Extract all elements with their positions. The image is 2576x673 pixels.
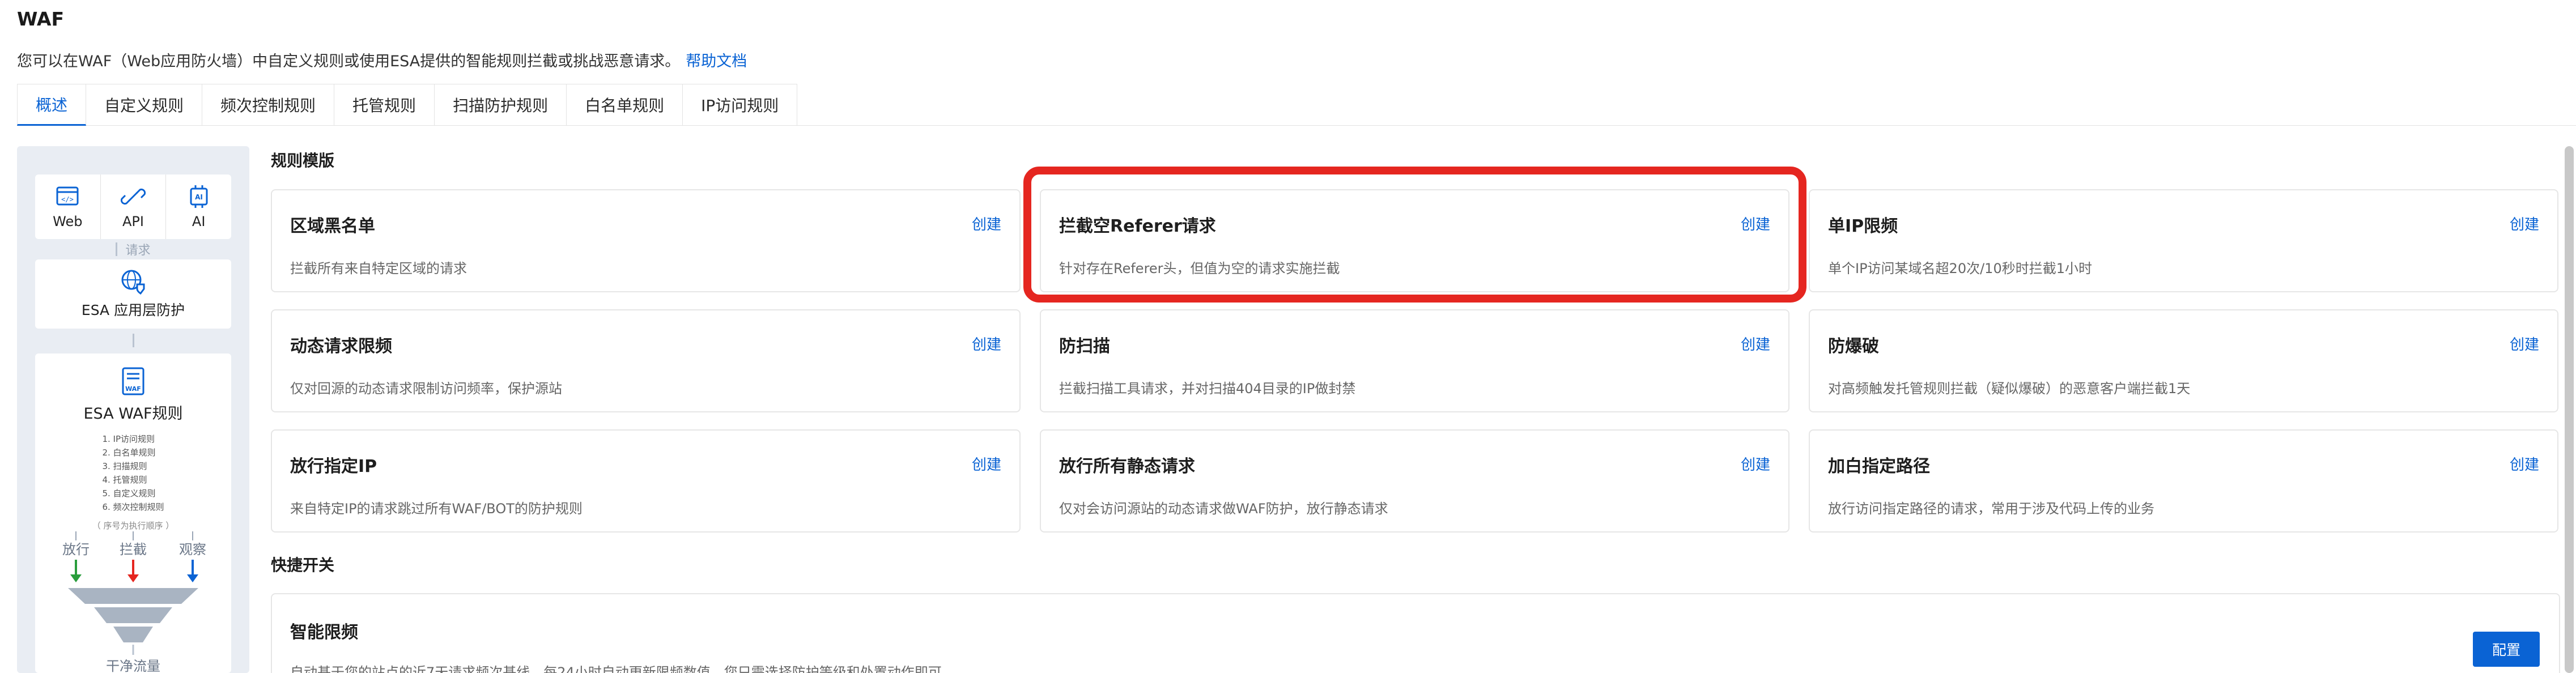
- funnel-bottom: [113, 627, 153, 642]
- funnel-top: [68, 588, 198, 604]
- create-link[interactable]: 创建: [1741, 453, 1770, 474]
- card-title: 加白指定路径: [1828, 457, 1930, 476]
- waf-rule-item: 3. 扫描规则: [102, 461, 147, 471]
- waf-rule-item: 5. 自定义规则: [102, 488, 156, 499]
- card-title: 区域黑名单: [290, 216, 375, 236]
- card-title: 放行所有静态请求: [1059, 457, 1195, 476]
- page-title: WAF: [17, 8, 64, 30]
- esa-protection-label: ESA 应用层防护: [81, 302, 185, 318]
- tab-custom-rules[interactable]: 自定义规则: [86, 84, 203, 126]
- ai-chip-icon: AI: [190, 185, 208, 208]
- card-title: 单IP限频: [1828, 216, 1898, 236]
- card-description: 仅对会访问源站的动态请求做WAF防护，放行静态请求: [1059, 501, 1388, 517]
- template-card-region-blacklist[interactable]: 区域黑名单 创建 拦截所有来自特定区域的请求: [271, 189, 1021, 292]
- scrollbar[interactable]: [2565, 146, 2574, 673]
- tab-scan-protection-rules[interactable]: 扫描防护规则: [435, 84, 567, 126]
- funnel-mid: [94, 607, 172, 623]
- waf-rule-item: 4. 托管规则: [102, 475, 147, 485]
- create-link[interactable]: 创建: [972, 333, 1001, 354]
- template-card-allow-static[interactable]: 放行所有静态请求 创建 仅对会访问源站的动态请求做WAF防护，放行静态请求: [1040, 429, 1789, 533]
- card-description: 拦截所有来自特定区域的请求: [290, 261, 467, 276]
- highlight-annotation: [1023, 167, 1806, 303]
- svg-text:AI: AI: [195, 193, 203, 201]
- source-web-label: Web: [53, 214, 83, 229]
- waf-rule-item: 2. 白名单规则: [102, 448, 156, 458]
- request-label: 请求: [125, 244, 151, 258]
- card-title: 动态请求限频: [290, 336, 392, 356]
- api-icon: [121, 188, 146, 205]
- quick-section-title: 快捷开关: [271, 556, 335, 574]
- help-docs-link[interactable]: 帮助文档: [686, 53, 747, 70]
- svg-text:</>: </>: [61, 195, 74, 203]
- smart-rate-limit-card: 智能限频 自动基于您的站点的近7天请求频次基线，每24小时自动更新限频数值，您只…: [271, 593, 2560, 673]
- request-sources: </> Web API AI AI: [35, 174, 231, 239]
- source-ai: AI AI: [166, 174, 231, 239]
- source-api-label: API: [122, 214, 144, 229]
- card-description: 拦截扫描工具请求，并对扫描404目录的IP做封禁: [1059, 381, 1356, 397]
- waf-arrow: [17, 333, 249, 347]
- tab-rate-limit-rules[interactable]: 频次控制规则: [202, 84, 335, 126]
- request-arrow: 请求: [17, 240, 249, 258]
- description-text: 您可以在WAF（Web应用防火墙）中自定义规则或使用ESA提供的智能规则拦截或挑…: [17, 53, 681, 70]
- card-title: 智能限频: [290, 623, 358, 642]
- svg-text:WAF: WAF: [125, 385, 141, 393]
- waf-rules-title: ESA WAF规则: [83, 405, 183, 423]
- action-block-label: 拦截: [120, 542, 147, 557]
- template-card-anti-brute-force[interactable]: 防爆破 创建 对高频触发托管规则拦截（疑似爆破）的恶意客户端拦截1天: [1809, 309, 2558, 412]
- template-card-dynamic-rate-limit[interactable]: 动态请求限频 创建 仅对回源的动态请求限制访问频率，保护源站: [271, 309, 1021, 412]
- waf-rule-item: 6. 频次控制规则: [102, 502, 164, 512]
- page-description: 您可以在WAF（Web应用防火墙）中自定义规则或使用ESA提供的智能规则拦截或挑…: [17, 49, 747, 71]
- tab-managed-rules[interactable]: 托管规则: [334, 84, 435, 126]
- create-link[interactable]: 创建: [2510, 453, 2539, 474]
- waf-document-icon: WAF: [122, 367, 144, 395]
- flow-actions-diagram: 放行 拦截 观察 干净流量: [62, 531, 206, 673]
- action-allow-label: 放行: [62, 542, 90, 557]
- source-web: </> Web: [35, 174, 101, 239]
- card-title: 防爆破: [1828, 336, 1879, 356]
- web-icon: </>: [56, 186, 79, 206]
- create-link[interactable]: 创建: [1741, 333, 1770, 354]
- template-card-allow-ip[interactable]: 放行指定IP 创建 来自特定IP的请求跳过所有WAF/BOT的防护规则: [271, 429, 1021, 533]
- card-description: 自动基于您的站点的近7天请求频次基线，每24小时自动更新限频数值，您只需选择防护…: [290, 665, 955, 673]
- card-description: 单个IP访问某域名超20次/10秒时拦截1小时: [1828, 261, 2092, 276]
- tab-whitelist-rules[interactable]: 白名单规则: [567, 84, 683, 126]
- templates-section-title: 规则模版: [271, 151, 335, 170]
- clean-traffic-label: 干净流量: [106, 658, 160, 673]
- card-description: 对高频触发托管规则拦截（疑似爆破）的恶意客户端拦截1天: [1828, 381, 2191, 397]
- waf-rule-item: 1. IP访问规则: [102, 434, 155, 444]
- esa-protection-box: ESA 应用层防护: [35, 259, 231, 329]
- waf-rule-order-list: 1. IP访问规则 2. 白名单规则 3. 扫描规则 4. 托管规则 5. 自定…: [102, 432, 164, 514]
- create-link[interactable]: 创建: [2510, 333, 2539, 354]
- action-observe-label: 观察: [179, 542, 206, 557]
- source-api: API: [101, 174, 167, 239]
- card-description: 来自特定IP的请求跳过所有WAF/BOT的防护规则: [290, 501, 583, 517]
- create-link[interactable]: 创建: [972, 213, 1001, 234]
- create-link[interactable]: 创建: [972, 453, 1001, 474]
- scrollbar-thumb[interactable]: [2565, 146, 2574, 673]
- template-card-single-ip-rate-limit[interactable]: 单IP限频 创建 单个IP访问某域名超20次/10秒时拦截1小时: [1809, 189, 2558, 292]
- shield-globe-icon: [121, 270, 145, 295]
- create-link[interactable]: 创建: [2510, 213, 2539, 234]
- template-card-whitelist-path[interactable]: 加白指定路径 创建 放行访问指定路径的请求，常用于涉及代码上传的业务: [1809, 429, 2558, 533]
- tab-bar: 概述 自定义规则 频次控制规则 托管规则 扫描防护规则 白名单规则 IP访问规则: [17, 84, 2576, 126]
- template-card-anti-scan[interactable]: 防扫描 创建 拦截扫描工具请求，并对扫描404目录的IP做封禁: [1040, 309, 1789, 412]
- card-description: 放行访问指定路径的请求，常用于涉及代码上传的业务: [1828, 501, 2154, 517]
- card-title: 放行指定IP: [290, 457, 377, 476]
- tab-ip-access-rules[interactable]: IP访问规则: [683, 84, 798, 126]
- card-description: 仅对回源的动态请求限制访问频率，保护源站: [290, 381, 562, 397]
- configure-button[interactable]: 配置: [2473, 632, 2540, 667]
- card-title: 防扫描: [1059, 336, 1110, 356]
- tab-overview[interactable]: 概述: [17, 84, 87, 126]
- source-ai-label: AI: [192, 214, 206, 229]
